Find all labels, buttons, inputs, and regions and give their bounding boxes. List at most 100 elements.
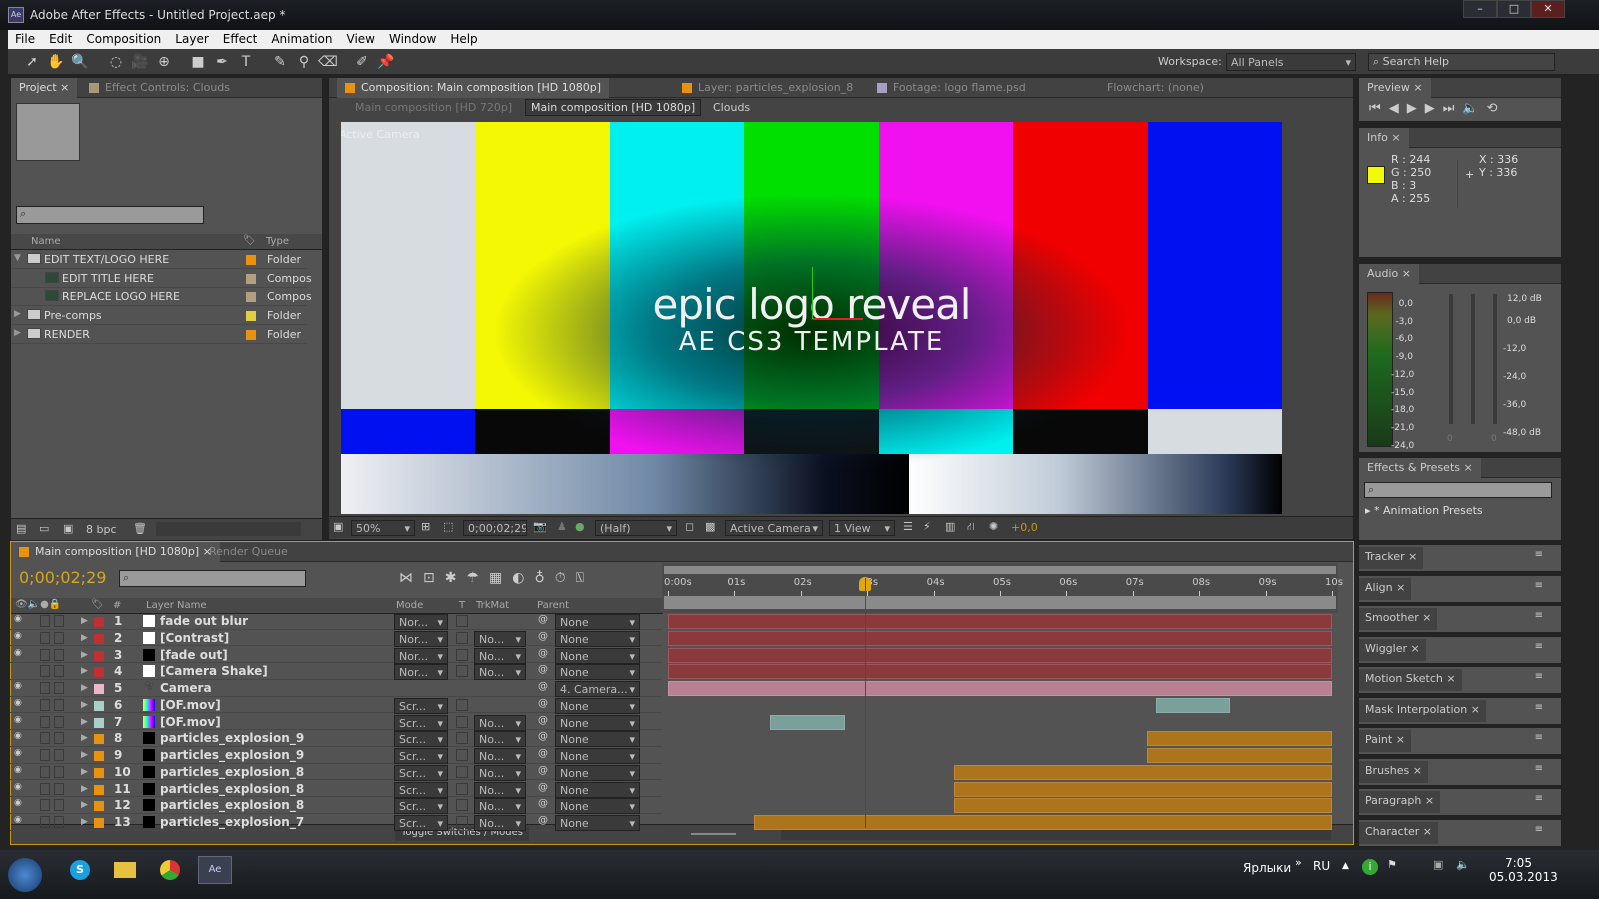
maximize-button[interactable]: □ xyxy=(1497,0,1531,18)
trkmat-select[interactable]: No... xyxy=(474,647,526,664)
lock-toggle[interactable] xyxy=(40,749,50,761)
draft-3d-icon[interactable]: ✱ xyxy=(445,570,467,586)
label-swatch[interactable] xyxy=(94,667,104,678)
new-folder-icon[interactable]: ▭ xyxy=(39,522,49,535)
breadcrumb-720[interactable]: Main composition [HD 720p] xyxy=(355,101,512,114)
label-col-icon[interactable]: 🏷 xyxy=(243,235,256,246)
project-item[interactable]: ▶ RENDER Folder xyxy=(11,326,307,344)
audio-icon[interactable]: 🔈 xyxy=(1462,101,1486,116)
rotation-tool-icon[interactable]: ◌ xyxy=(106,52,126,72)
menu-composition[interactable]: Composition xyxy=(79,30,168,49)
zoom-select[interactable]: 50% xyxy=(351,520,415,536)
lock-toggle[interactable] xyxy=(40,665,50,678)
layer-duration-bar[interactable] xyxy=(754,815,1332,830)
trkmat-select[interactable]: No... xyxy=(474,664,526,681)
motion-blur-icon[interactable]: ◐ xyxy=(512,570,534,586)
col-mode[interactable]: Mode xyxy=(396,600,423,611)
volume-slider-master[interactable] xyxy=(1471,294,1475,424)
trkmat-select[interactable]: No... xyxy=(474,798,526,815)
panel-menu-icon[interactable]: ≡ xyxy=(1535,732,1543,743)
lock-toggle[interactable] xyxy=(40,732,50,745)
tab-paint[interactable]: Paint × xyxy=(1359,730,1411,752)
pickwhip-icon[interactable]: @ xyxy=(538,765,548,776)
preserve-transparency-toggle[interactable] xyxy=(456,665,468,678)
tab-viewer-1[interactable]: Layer: particles_explosion_8 xyxy=(674,78,861,98)
parent-select[interactable]: None xyxy=(555,664,640,681)
action-center-flag-icon[interactable]: ⚑ xyxy=(1387,858,1397,871)
eye-icon[interactable]: ◉ xyxy=(14,798,22,808)
hand-tool-icon[interactable]: ✋ xyxy=(46,52,66,72)
expand-arrow-icon[interactable]: ▶ xyxy=(81,633,88,643)
mode-select[interactable]: Scr... xyxy=(394,798,448,815)
layer-duration-bar[interactable] xyxy=(953,781,1332,797)
parent-select[interactable]: None xyxy=(555,630,640,647)
layer-name[interactable]: particles_explosion_8 xyxy=(160,782,304,796)
clone-stamp-tool-icon[interactable]: ⚲ xyxy=(294,52,314,72)
layer-row[interactable]: ▶ 4 [Camera Shake] Nor... No... @ None xyxy=(10,663,662,681)
mode-select[interactable]: Nor... xyxy=(394,614,448,630)
comp-mini-flowchart-icon[interactable]: ⋈ xyxy=(399,570,423,586)
layer-name[interactable]: [Contrast] xyxy=(160,631,229,645)
expand-arrow-icon[interactable]: ▶ xyxy=(81,616,88,626)
solo-toggle[interactable] xyxy=(54,615,64,627)
layer-name[interactable]: [OF.mov] xyxy=(160,715,221,729)
mode-select[interactable]: Scr... xyxy=(394,764,448,781)
expand-arrow-icon[interactable]: ▶ xyxy=(81,700,88,710)
eye-icon[interactable]: ◉ xyxy=(14,614,22,624)
layer-row[interactable]: ◉ ▶ 13 particles_explosion_7 Scr... No... @ Non… xyxy=(10,814,662,831)
lock-toggle[interactable] xyxy=(40,615,50,627)
volume-slider-left[interactable] xyxy=(1449,294,1453,424)
rectangle-tool-icon[interactable]: ■ xyxy=(188,52,208,72)
expand-arrow-icon[interactable]: ▶ xyxy=(81,817,88,827)
trkmat-select[interactable]: No... xyxy=(474,815,526,831)
trkmat-select[interactable]: No... xyxy=(474,731,526,748)
mode-select[interactable]: Nor... xyxy=(394,664,448,681)
solo-toggle[interactable] xyxy=(54,648,64,661)
label-swatch[interactable] xyxy=(94,734,104,745)
next-frame-icon[interactable]: ▶ xyxy=(1425,101,1443,116)
roi-icon[interactable]: ◻ xyxy=(685,520,694,533)
menu-edit[interactable]: Edit xyxy=(42,30,79,49)
preserve-transparency-toggle[interactable] xyxy=(456,765,468,778)
workspace-select[interactable]: All Panels xyxy=(1226,53,1356,71)
preserve-transparency-toggle[interactable] xyxy=(456,816,468,828)
label-swatch[interactable] xyxy=(94,818,104,828)
preserve-transparency-toggle[interactable] xyxy=(456,615,468,627)
flowchart-icon[interactable]: ⛙ xyxy=(967,520,975,535)
preserve-transparency-toggle[interactable] xyxy=(456,715,468,728)
shortcuts-toolbar[interactable]: Ярлыки xyxy=(1243,861,1291,875)
label-swatch[interactable] xyxy=(246,273,256,284)
project-item[interactable]: ▼ EDIT TEXT/LOGO HERE Folder xyxy=(11,251,307,269)
mode-select[interactable]: Nor... xyxy=(394,630,448,647)
tab-smoother[interactable]: Smoother × xyxy=(1359,608,1438,630)
tab-viewer-3[interactable]: Flowchart: (none) xyxy=(1099,78,1212,98)
tab-render-queue[interactable]: Render Queue xyxy=(201,542,296,562)
animation-presets-item[interactable]: ▸ * Animation Presets xyxy=(1365,504,1483,517)
lock-toggle[interactable] xyxy=(40,782,50,795)
tab-main-composition[interactable]: Main composition [HD 1080p] × xyxy=(11,542,220,562)
mode-select[interactable]: Scr... xyxy=(394,748,448,764)
layer-name[interactable]: fade out blur xyxy=(160,614,248,628)
parent-select[interactable]: None xyxy=(555,614,640,630)
trkmat-select[interactable]: No... xyxy=(474,630,526,647)
label-swatch[interactable] xyxy=(246,311,256,322)
frame-blending-icon[interactable]: ▦ xyxy=(489,570,512,586)
panel-menu-icon[interactable]: ≡ xyxy=(1535,824,1543,835)
composition-canvas[interactable]: epic logo reveal AE CS3 TEMPLATE Active … xyxy=(341,122,1282,514)
solo-toggle[interactable] xyxy=(54,631,64,644)
menu-effect[interactable]: Effect xyxy=(216,30,265,49)
expand-arrow-icon[interactable]: ▶ xyxy=(81,800,88,810)
col-parent[interactable]: Parent xyxy=(537,600,569,611)
label-swatch[interactable] xyxy=(94,700,104,711)
parent-select[interactable]: None xyxy=(555,815,640,831)
solo-toggle[interactable] xyxy=(54,698,64,711)
breadcrumb-1080[interactable]: Main composition [HD 1080p] xyxy=(525,99,702,116)
trkmat-select[interactable]: No... xyxy=(474,748,526,764)
volume-icon[interactable]: 🔈 xyxy=(1456,858,1470,871)
preserve-transparency-toggle[interactable] xyxy=(456,648,468,661)
first-frame-icon[interactable]: ⏮ xyxy=(1369,101,1389,116)
pickwhip-icon[interactable]: @ xyxy=(538,664,548,675)
solo-toggle[interactable] xyxy=(54,782,64,795)
new-comp-icon[interactable]: ▣ xyxy=(63,522,73,535)
layer-row[interactable]: ◉ ▶ 5 🎥 Camera @4. Camera... xyxy=(10,680,662,697)
